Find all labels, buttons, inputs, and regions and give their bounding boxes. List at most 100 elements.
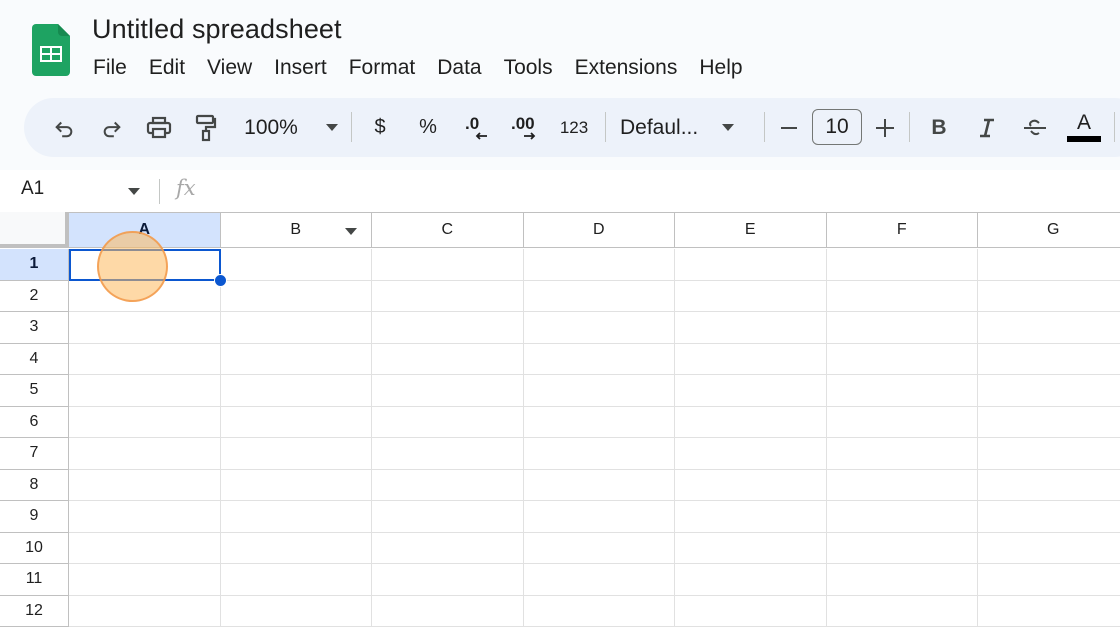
row-header-6[interactable]: 6 [0,406,69,438]
cell-f5[interactable] [826,375,978,407]
cell-a9[interactable] [69,501,221,533]
cell-c8[interactable] [372,469,524,501]
cell-c5[interactable] [372,375,524,407]
font-size-input[interactable]: 10 [812,109,862,145]
menu-insert[interactable]: Insert [263,54,338,82]
menu-data[interactable]: Data [426,54,492,82]
row-header-1[interactable]: 1 [0,249,69,281]
strikethrough-button[interactable] [1017,98,1053,157]
cell-c1[interactable] [372,249,524,281]
text-color-button[interactable]: A [1064,98,1104,157]
column-header-g[interactable]: G [978,212,1120,248]
cell-c2[interactable] [372,280,524,312]
row-header-7[interactable]: 7 [0,438,69,470]
cell-b11[interactable] [220,564,372,596]
cell-e6[interactable] [675,406,827,438]
chevron-down-icon[interactable] [128,188,140,195]
cell-a10[interactable] [69,532,221,564]
cell-g1[interactable] [978,249,1120,281]
increase-font-size-button[interactable] [870,98,900,157]
cell-f2[interactable] [826,280,978,312]
row-header-3[interactable]: 3 [0,312,69,344]
cell-d3[interactable] [523,312,675,344]
fill-handle[interactable] [214,274,227,287]
cell-d10[interactable] [523,532,675,564]
cell-b2[interactable] [220,280,372,312]
cell-d6[interactable] [523,406,675,438]
cell-f4[interactable] [826,343,978,375]
menu-format[interactable]: Format [338,54,427,82]
name-box[interactable]: A1 [21,178,44,200]
decrease-font-size-button[interactable] [774,98,804,157]
row-header-4[interactable]: 4 [0,343,69,375]
cell-g3[interactable] [978,312,1120,344]
cell-d2[interactable] [523,280,675,312]
more-formats-button[interactable]: 123 [554,98,594,157]
cell-c7[interactable] [372,438,524,470]
sheets-logo-icon[interactable] [32,24,70,76]
cell-a11[interactable] [69,564,221,596]
menu-tools[interactable]: Tools [493,54,564,82]
row-header-11[interactable]: 11 [0,564,69,596]
row-header-12[interactable]: 12 [0,595,69,627]
menu-view[interactable]: View [196,54,263,82]
cell-b1[interactable] [220,249,372,281]
cell-b7[interactable] [220,438,372,470]
redo-button[interactable] [94,98,130,157]
cell-e12[interactable] [675,595,827,627]
cell-e9[interactable] [675,501,827,533]
cell-g9[interactable] [978,501,1120,533]
cell-b5[interactable] [220,375,372,407]
cell-f12[interactable] [826,595,978,627]
cell-d8[interactable] [523,469,675,501]
row-header-8[interactable]: 8 [0,469,69,501]
font-select[interactable]: Defaul... [620,98,748,157]
cell-f7[interactable] [826,438,978,470]
cell-g2[interactable] [978,281,1120,312]
cell-g10[interactable] [978,533,1120,564]
cell-e7[interactable] [675,438,827,470]
cell-g8[interactable] [978,470,1120,501]
cell-f3[interactable] [826,312,978,344]
column-menu-chevron-icon[interactable] [345,228,357,235]
cell-b10[interactable] [220,532,372,564]
cell-b4[interactable] [220,343,372,375]
document-title[interactable]: Untitled spreadsheet [92,14,342,45]
cell-g7[interactable] [978,438,1120,470]
cell-a4[interactable] [69,343,221,375]
column-header-d[interactable]: D [523,212,675,248]
cell-e1[interactable] [675,249,827,281]
menu-file[interactable]: File [82,54,138,82]
increase-decimal-button[interactable]: .00 [506,98,546,157]
row-header-2[interactable]: 2 [0,280,69,312]
cell-g11[interactable] [978,564,1120,596]
cell-c11[interactable] [372,564,524,596]
percent-button[interactable]: % [410,98,446,157]
cell-a7[interactable] [69,438,221,470]
cell-b12[interactable] [220,595,372,627]
cell-b9[interactable] [220,501,372,533]
cell-b3[interactable] [220,312,372,344]
row-header-9[interactable]: 9 [0,501,69,533]
cell-c6[interactable] [372,406,524,438]
cell-d12[interactable] [523,595,675,627]
cell-f1[interactable] [826,249,978,281]
cell-e8[interactable] [675,469,827,501]
decrease-decimal-button[interactable]: .0 [458,98,498,157]
cell-f11[interactable] [826,564,978,596]
column-header-e[interactable]: E [675,212,827,248]
menu-edit[interactable]: Edit [138,54,196,82]
select-all-corner[interactable] [0,212,69,248]
cell-d1[interactable] [523,249,675,281]
cell-g6[interactable] [978,407,1120,438]
cell-e4[interactable] [675,343,827,375]
cell-d4[interactable] [523,343,675,375]
column-header-c[interactable]: C [372,212,524,248]
cell-g4[interactable] [978,344,1120,375]
cell-f8[interactable] [826,469,978,501]
cell-c3[interactable] [372,312,524,344]
cell-c4[interactable] [372,343,524,375]
cell-e2[interactable] [675,280,827,312]
paint-format-button[interactable] [188,98,224,157]
cell-a8[interactable] [69,469,221,501]
